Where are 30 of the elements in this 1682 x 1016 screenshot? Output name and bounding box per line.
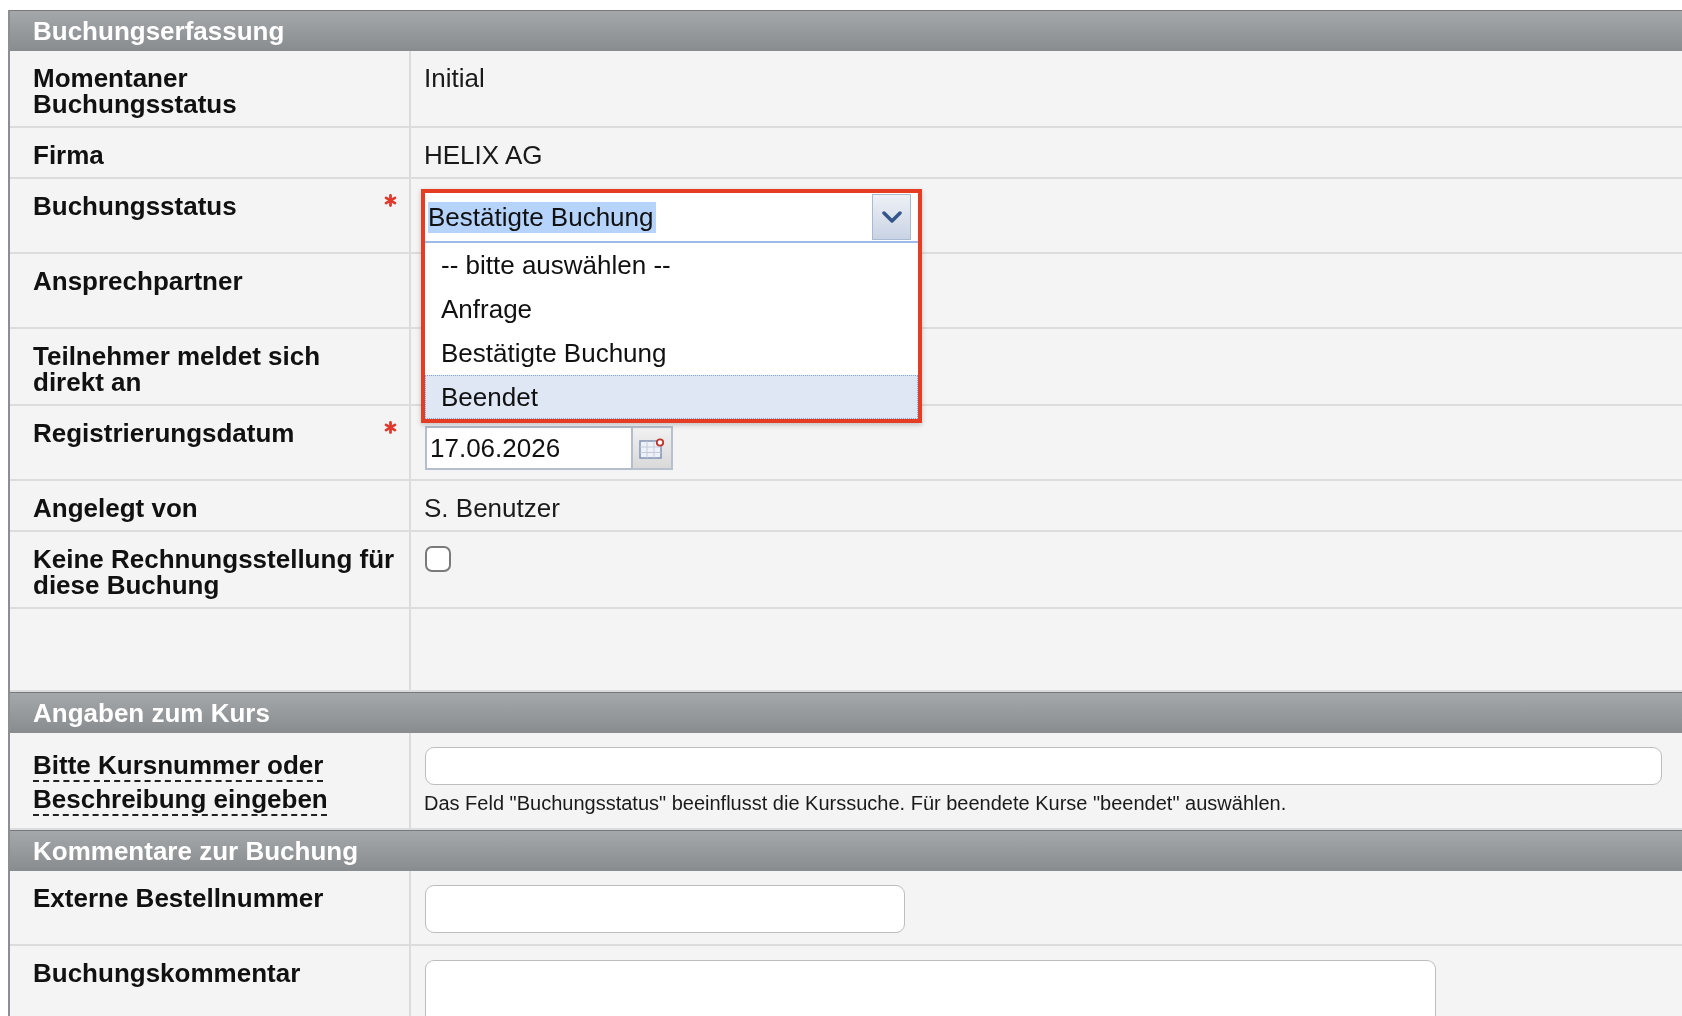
field-label: Momentaner Buchungsstatus <box>33 65 237 117</box>
field-label: Teilnehmer meldet sich direkt an <box>33 343 321 395</box>
help-text: Das Feld "Buchungsstatus" beeinflusst die Kurssuche. Für beendete Kurse "beendet" auswählen. <box>424 791 1288 816</box>
date-field[interactable]: 17.06.2026 <box>425 426 633 470</box>
field-label: Externe Bestellnummer <box>33 885 324 911</box>
section-header: Buchungserfassung <box>10 10 1682 51</box>
field-label: Keine Rechnungsstellung für diese Buchung <box>33 546 395 598</box>
field-label: Registrierungsdatum <box>33 420 295 446</box>
selected-text: Bestätigte Buchung <box>428 201 656 233</box>
checkbox[interactable] <box>425 546 451 572</box>
field-value: HELIX AG <box>424 140 543 170</box>
field-value: S. Benutzer <box>424 493 560 523</box>
input-field[interactable] <box>425 747 1662 785</box>
dropdown-option[interactable]: Beendet <box>425 375 918 419</box>
field-label: Ansprechpartner <box>33 268 243 294</box>
select-field[interactable]: Bestätigte Buchung <box>425 193 918 243</box>
field-label: Bitte Kursnummer oder Beschreibung eingeben <box>33 749 328 816</box>
section-header: Angaben zum Kurs <box>10 692 1682 733</box>
field-label: Angelegt von <box>33 495 198 521</box>
field-label: Buchungsstatus <box>33 193 237 219</box>
textarea-field[interactable] <box>425 960 1436 1016</box>
field-value: Initial <box>424 63 485 93</box>
field-label: Firma <box>33 142 104 168</box>
dropdown-button[interactable] <box>872 194 911 240</box>
calendar-button[interactable] <box>633 426 673 470</box>
section-header: Kommentare zur Buchung <box>10 830 1682 871</box>
input-field[interactable] <box>425 885 905 933</box>
field-label: Buchungskommentar <box>33 960 301 986</box>
calendar-icon <box>639 437 665 459</box>
chevron-down-icon <box>881 211 902 223</box>
